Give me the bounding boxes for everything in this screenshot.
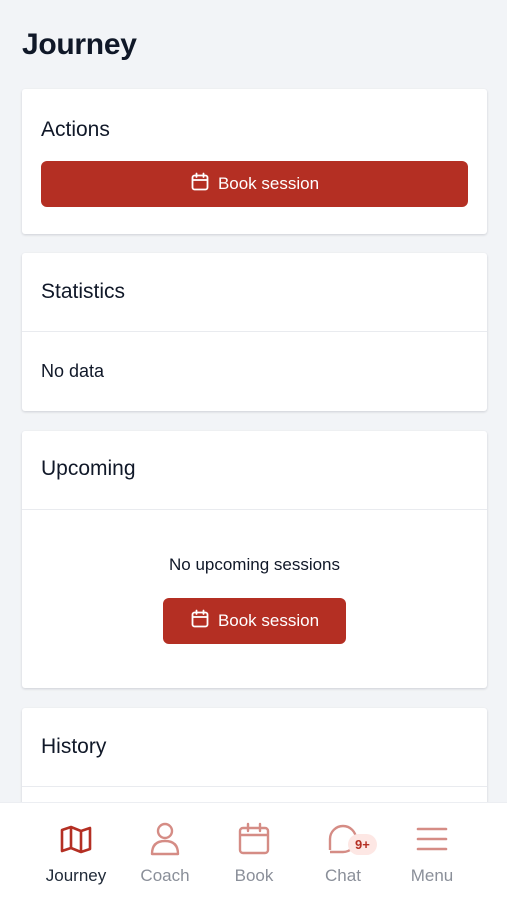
statistics-card: Statistics No data [22, 253, 487, 411]
person-icon [147, 821, 183, 857]
divider [22, 331, 487, 332]
nav-label-menu: Menu [410, 866, 454, 885]
nav-label-coach: Coach [140, 866, 190, 885]
calendar-icon [190, 609, 218, 634]
nav-label-book: Book [234, 866, 274, 885]
history-card-title: History [41, 735, 107, 758]
calendar-icon [236, 821, 272, 857]
actions-card-title: Actions [41, 118, 110, 141]
upcoming-book-session-button[interactable]: Book session [163, 598, 346, 644]
divider [22, 786, 487, 787]
nav-item-menu[interactable]: Menu [387, 803, 477, 900]
nav-item-coach[interactable]: Coach [120, 803, 210, 900]
book-session-label: Book session [217, 174, 320, 193]
statistics-empty-text: No data [41, 361, 105, 381]
statistics-card-title: Statistics [41, 280, 126, 303]
page-title: Journey [22, 28, 137, 61]
nav-item-book[interactable]: Book [209, 803, 299, 900]
nav-label-journey: Journey [45, 866, 107, 885]
actions-card: Actions Book session [22, 89, 487, 234]
unread-badge: 9+ [348, 834, 377, 855]
divider [22, 509, 487, 510]
book-session-button[interactable]: Book session [41, 161, 468, 207]
upcoming-empty-text: No upcoming sessions [168, 555, 341, 574]
calendar-icon [190, 172, 218, 197]
upcoming-card: Upcoming No upcoming sessions Book sessi… [22, 431, 487, 688]
map-icon [58, 821, 94, 857]
nav-item-journey[interactable]: Journey [31, 803, 121, 900]
book-session-label: Book session [217, 611, 320, 630]
journey-screen: Journey Actions Book session Statistics … [0, 0, 507, 900]
upcoming-card-title: Upcoming [41, 457, 136, 480]
bottom-navigation: Journey Coach Book 9+ Chat Menu [0, 802, 507, 900]
nav-label-chat: Chat [325, 866, 361, 885]
hamburger-menu-icon [414, 821, 450, 857]
nav-item-chat[interactable]: 9+ Chat [298, 803, 388, 900]
